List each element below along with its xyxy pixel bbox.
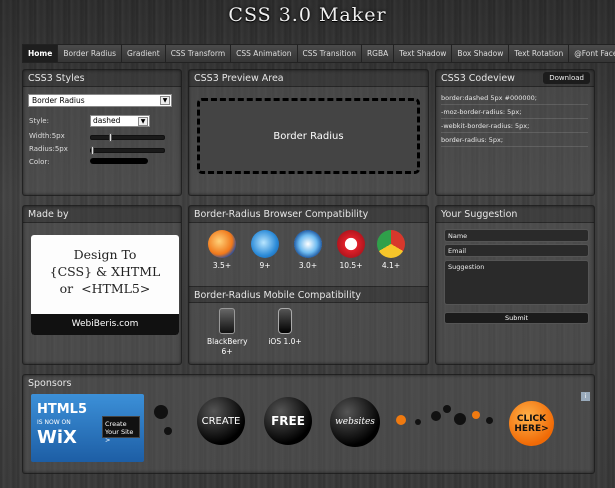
browser-firefox: 3.5+ <box>205 230 239 270</box>
ad-bubble-create[interactable]: CREATE <box>197 397 245 445</box>
browser-version: 10.5+ <box>339 261 363 270</box>
decor-dot <box>486 417 493 424</box>
ie-icon <box>251 230 279 258</box>
decor-dot <box>396 415 406 425</box>
code-line: -moz-border-radius: 5px; <box>441 106 588 119</box>
browser-version: 4.1+ <box>381 261 401 270</box>
radius-slider[interactable] <box>90 146 165 155</box>
sponsors-header: Sponsors <box>28 378 72 389</box>
submit-button[interactable]: Submit <box>444 312 589 324</box>
browser-version: 3.0+ <box>298 261 318 270</box>
mobile-name: iOS 1.0+ <box>268 337 302 346</box>
preview-panel: CSS3 Preview Area Border Radius <box>188 69 429 196</box>
suggestion-header: Your Suggestion <box>436 206 594 223</box>
tab-css-transform[interactable]: CSS Transform <box>165 44 232 63</box>
mobile-compat-header: Border-Radius Mobile Compatibility <box>189 286 428 303</box>
author-card-footer: WebiBeris.com <box>31 314 179 335</box>
blackberry-icon <box>219 308 235 334</box>
tab-css-transition[interactable]: CSS Transition <box>297 44 362 63</box>
width-slider[interactable] <box>90 133 165 142</box>
opera-icon <box>337 230 365 258</box>
chevron-down-icon: ▼ <box>138 117 148 126</box>
decor-dot <box>164 427 172 435</box>
width-label: Width:5px <box>29 132 65 140</box>
property-select[interactable]: Border Radius ▼ <box>28 94 172 107</box>
app-title: CSS 3.0 Maker <box>228 4 387 26</box>
styles-header: CSS3 Styles <box>23 70 181 87</box>
decor-dot <box>431 411 441 421</box>
color-label: Color: <box>29 158 50 166</box>
mobile-blackberry: BlackBerry 6+ <box>207 308 248 357</box>
name-input[interactable]: Name <box>444 229 589 242</box>
tab-css-animation[interactable]: CSS Animation <box>231 44 298 63</box>
decor-dot <box>415 419 421 425</box>
mobile-name: BlackBerry <box>207 337 248 346</box>
code-line: border-radius: 5px; <box>441 134 588 147</box>
preview-box-text: Border Radius <box>273 130 344 142</box>
radius-slider-handle[interactable] <box>91 146 94 155</box>
download-button[interactable]: Download <box>543 72 590 84</box>
chrome-icon <box>377 230 405 258</box>
browser-version: 9+ <box>259 261 271 270</box>
madeby-panel: Made by Design To {CSS} & XHTML or <HTML… <box>22 205 182 365</box>
width-slider-handle[interactable] <box>109 133 112 142</box>
decor-dot <box>454 413 466 425</box>
firefox-icon <box>208 230 236 258</box>
click-here-button[interactable]: CLICK HERE> <box>509 401 554 446</box>
decor-dot <box>443 405 451 413</box>
mobile-ios: iOS 1.0+ <box>263 308 307 347</box>
compat-panel: Border-Radius Browser Compatibility 3.5+… <box>188 205 429 365</box>
style-label: Style: <box>29 117 49 125</box>
tab-text-shadow[interactable]: Text Shadow <box>394 44 453 63</box>
wix-ad-line3: WiX <box>37 427 77 448</box>
madeby-header: Made by <box>23 206 181 223</box>
tab-rgba[interactable]: RGBA <box>361 44 395 63</box>
preview-box: Border Radius <box>197 98 420 174</box>
browser-version: 3.5+ <box>212 261 232 270</box>
ad-bubble-free[interactable]: FREE <box>264 397 312 445</box>
ad-bubble-websites[interactable]: websites <box>330 397 380 447</box>
chevron-down-icon: ▼ <box>160 96 170 105</box>
tab-box-shadow[interactable]: Box Shadow <box>452 44 510 63</box>
styles-panel: CSS3 Styles Border Radius ▼ Style: dashe… <box>22 69 182 196</box>
browser-safari: 3.0+ <box>291 230 325 270</box>
wix-ad-line1: HTML5 <box>37 402 88 417</box>
color-picker[interactable] <box>90 158 148 164</box>
preview-header: CSS3 Preview Area <box>189 70 428 87</box>
sponsors-panel: Sponsors i HTML5 IS NOW ON WiX Create Yo… <box>22 374 595 474</box>
style-select-value: dashed <box>93 116 121 125</box>
mobile-version: 6+ <box>221 347 233 356</box>
codeview-panel: CSS3 Codeview Download border:dashed 5px… <box>435 69 595 196</box>
code-line: -webkit-border-radius: 5px; <box>441 120 588 133</box>
wix-ad[interactable]: HTML5 IS NOW ON WiX Create Your Site > <box>31 394 144 462</box>
suggestion-panel: Your Suggestion Name Email Suggestion Su… <box>435 205 595 365</box>
code-line: border:dashed 5px #000000; <box>441 92 588 105</box>
tab-home[interactable]: Home <box>22 44 59 63</box>
decor-dot <box>472 411 480 419</box>
safari-icon <box>294 230 322 258</box>
tab-gradient[interactable]: Gradient <box>122 44 166 63</box>
browser-chrome: 4.1+ <box>374 230 408 270</box>
radius-label: Radius:5px <box>29 145 68 153</box>
ios-icon <box>278 308 292 334</box>
author-card-text: Design To {CSS} & XHTML or <HTML5> <box>49 247 161 296</box>
suggestion-textarea[interactable]: Suggestion <box>444 260 589 305</box>
decor-dot <box>154 405 168 419</box>
style-select[interactable]: dashed ▼ <box>90 115 150 127</box>
tab-font-face[interactable]: @Font Face <box>569 44 615 63</box>
wix-ad-line2: IS NOW ON <box>37 419 71 426</box>
author-card[interactable]: Design To {CSS} & XHTML or <HTML5> WebiB… <box>31 235 179 335</box>
property-select-value: Border Radius <box>32 96 85 105</box>
main-nav: Home Border Radius Gradient CSS Transfor… <box>22 44 615 63</box>
browser-ie: 9+ <box>248 230 282 270</box>
compat-header: Border-Radius Browser Compatibility <box>189 206 428 223</box>
tab-text-rotation[interactable]: Text Rotation <box>509 44 570 63</box>
wix-create-button[interactable]: Create Your Site > <box>102 416 140 444</box>
browser-opera: 10.5+ <box>334 230 368 270</box>
email-input[interactable]: Email <box>444 244 589 257</box>
adchoices-icon[interactable]: i <box>581 392 590 401</box>
tab-border-radius[interactable]: Border Radius <box>58 44 123 63</box>
